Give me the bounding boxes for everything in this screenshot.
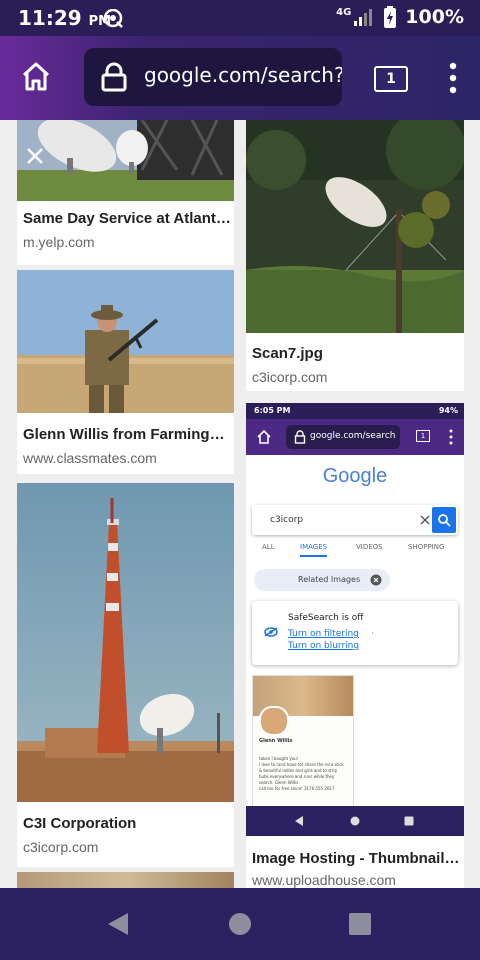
system-nav-bar (0, 888, 480, 960)
result-image[interactable] (17, 270, 234, 413)
home-circle-icon (229, 913, 251, 935)
url-bar[interactable]: google.com/search? (84, 48, 342, 106)
tabs-button[interactable]: 1 (374, 66, 408, 92)
mini-tab-images: IMAGES (300, 543, 328, 557)
result-title[interactable]: C3I Corporation (23, 815, 229, 832)
mini-tabs: ALL IMAGES VIDEOS SHOPPING (252, 539, 458, 559)
network-label: 4G (336, 6, 352, 18)
mini-search-box: c3icorp (252, 505, 458, 535)
result-card[interactable]: C3I Corporation c3icorp.com (17, 483, 234, 867)
result-card[interactable]: Scan7.jpg c3icorp.com (246, 120, 464, 391)
result-source: www.uploadhouse.com (252, 872, 396, 888)
result-image[interactable] (17, 483, 234, 802)
mini-safesearch-card: SafeSearch is off Turn on filtering · Tu… (252, 601, 458, 665)
clock-text: 11:29 (18, 6, 82, 30)
tab-count: 1 (386, 71, 396, 87)
mini-nav-bar (246, 806, 464, 836)
mini-recents-icon (404, 816, 414, 826)
result-card[interactable]: Same Day Service at Atlanta... m.yelp.co… (17, 120, 234, 265)
battery-charging-icon (384, 6, 397, 28)
mini-google-logo: Google (246, 465, 464, 488)
mini-time: 6:05 PM (254, 406, 291, 415)
signal-icon (354, 9, 373, 26)
mini-more-icon (449, 429, 453, 445)
mini-home-circle-icon (350, 816, 360, 826)
result-title[interactable]: Glenn Willis from Farmingdale... (23, 426, 229, 443)
more-vert-icon (449, 62, 457, 94)
mini-result-thumb: Glenn Willis taken I bought you! I love … (252, 675, 354, 807)
notification-icon (103, 9, 123, 28)
mini-link-separator: · (371, 629, 374, 639)
mini-query: c3icorp (270, 515, 304, 525)
back-icon (108, 913, 128, 935)
home-button[interactable] (18, 58, 56, 96)
url-text: google.com/search? (144, 63, 342, 87)
mini-filter-link: Turn on filtering (288, 629, 359, 639)
image-results-grid: Same Day Service at Atlanta... m.yelp.co… (0, 120, 480, 888)
recents-button[interactable] (342, 906, 378, 942)
mini-back-icon (295, 816, 303, 826)
result-source: c3icorp.com (23, 839, 99, 855)
result-card[interactable]: 6:05 PM 94% google.com/search 1 Google c… (246, 403, 464, 888)
result-source: www.classmates.com (23, 450, 157, 466)
result-title[interactable]: Image Hosting - Thumbnail ... (252, 850, 460, 867)
mini-url-text: google.com/search (310, 431, 396, 441)
mini-clear-icon (420, 515, 430, 525)
result-source: c3icorp.com (252, 369, 328, 385)
mini-close-chip-icon (370, 574, 382, 586)
result-card[interactable] (17, 872, 234, 888)
mini-profile-text: taken I bought you! I love to (and have … (259, 756, 349, 792)
mini-url-bar: google.com/search (286, 425, 400, 449)
avatar (259, 706, 289, 736)
status-bar: 11:29 PM 4G 100% (0, 0, 480, 36)
result-image[interactable] (17, 872, 234, 888)
close-icon[interactable] (25, 146, 45, 166)
mini-profile-name: Glenn Willis (259, 738, 293, 744)
mini-related-label: Related Images (298, 575, 361, 584)
back-button[interactable] (100, 908, 136, 940)
result-image[interactable] (246, 120, 464, 333)
recents-icon (349, 913, 371, 935)
home-icon (22, 62, 50, 91)
mini-related-chip: Related Images (254, 569, 390, 591)
result-source: m.yelp.com (23, 234, 95, 250)
mini-tab-videos: VIDEOS (356, 543, 383, 551)
result-title[interactable]: Same Day Service at Atlanta... (23, 210, 231, 227)
mini-google-logo-text: Google (322, 465, 388, 487)
mini-eye-off-icon (264, 627, 278, 637)
result-title[interactable]: Scan7.jpg (252, 345, 460, 362)
result-image[interactable]: 6:05 PM 94% google.com/search 1 Google c… (246, 403, 464, 836)
mini-toolbar: google.com/search 1 (246, 419, 464, 455)
mini-tab-count: 1 (420, 432, 426, 440)
mini-search-button (432, 507, 456, 533)
mini-safesearch-title: SafeSearch is off (288, 613, 364, 623)
menu-button[interactable] (440, 60, 466, 96)
mini-home-icon (257, 429, 271, 444)
mini-battery: 94% (438, 406, 458, 415)
mini-status-bar: 6:05 PM 94% (246, 403, 464, 419)
mini-search-icon (438, 514, 451, 527)
mini-lock-icon (294, 430, 306, 444)
result-card[interactable]: Glenn Willis from Farmingdale... www.cla… (17, 270, 234, 474)
mini-tab-all: ALL (262, 543, 275, 551)
browser-toolbar: google.com/search? 1 (0, 36, 480, 120)
status-time: 11:29 PM (18, 6, 111, 30)
battery-percent: 100% (405, 6, 464, 28)
home-nav-button[interactable] (222, 906, 258, 942)
mini-tabs-button: 1 (416, 430, 430, 442)
result-image[interactable] (17, 120, 234, 201)
mini-blur-link: Turn on blurring (288, 641, 360, 651)
lock-icon (101, 62, 127, 92)
mini-tab-shopping: SHOPPING (408, 543, 445, 551)
mini-profile-line: call me for free since! 3176 555 2017 (259, 786, 335, 791)
